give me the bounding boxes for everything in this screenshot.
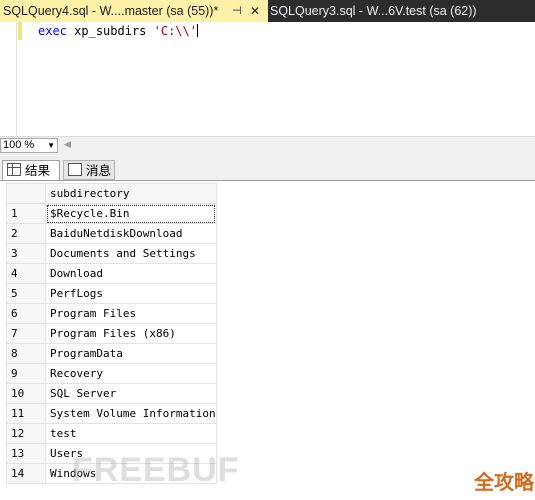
messages-icon: [68, 163, 82, 176]
row-number[interactable]: 12: [6, 423, 46, 444]
row-number[interactable]: 4: [6, 263, 46, 284]
tab-sqlquery4[interactable]: SQLQuery4.sql - W....master (sa (55))* ⊣…: [0, 0, 268, 22]
grid-cell[interactable]: BaiduNetdiskDownload: [45, 223, 217, 244]
changed-line-marker: [18, 22, 22, 40]
freebuf-watermark: FREEBUF: [72, 451, 240, 489]
table-row[interactable]: 8 ProgramData: [6, 343, 217, 364]
document-tab-strip: SQLQuery4.sql - W....master (sa (55))* ⊣…: [0, 0, 535, 22]
table-row[interactable]: 4 Download: [6, 263, 217, 284]
grid-cell[interactable]: System Volume Information: [45, 403, 217, 424]
table-row[interactable]: 2 BaiduNetdiskDownload: [6, 223, 217, 244]
row-number[interactable]: 14: [6, 463, 46, 484]
row-number[interactable]: 1: [6, 203, 46, 224]
string-literal: 'C:\\': [153, 24, 197, 38]
grid-cell[interactable]: Program Files: [45, 303, 217, 324]
tab-results-label: 结果: [25, 164, 51, 178]
grid-cell[interactable]: PerfLogs: [45, 283, 217, 304]
grid-icon: [7, 163, 21, 176]
table-row[interactable]: 9 Recovery: [6, 363, 217, 384]
table-row[interactable]: 11 System Volume Information: [6, 403, 217, 424]
results-grid: subdirectory 1 $Recycle.Bin 2 BaiduNetdisk…: [6, 183, 217, 484]
grid-cell[interactable]: Download: [45, 263, 217, 284]
grid-cell[interactable]: $Recycle.Bin: [45, 203, 217, 224]
chevron-down-icon: ▼: [47, 141, 55, 150]
row-number[interactable]: 2: [6, 223, 46, 244]
site-watermark: 全攻略: [474, 472, 534, 494]
grid-cell[interactable]: Documents and Settings: [45, 243, 217, 264]
table-row[interactable]: 12 test: [6, 423, 217, 444]
tab-sqlquery3[interactable]: SQLQuery3.sql - W...6V.test (sa (62)): [270, 0, 477, 22]
tab-results[interactable]: 结果: [2, 160, 60, 180]
zoom-level: 100 %: [3, 139, 35, 151]
results-tab-strip: 结果 消息: [0, 158, 535, 180]
close-icon[interactable]: ✕: [250, 0, 260, 22]
table-row[interactable]: 6 Program Files: [6, 303, 217, 324]
results-grid-area: subdirectory 1 $Recycle.Bin 2 BaiduNetdisk…: [0, 180, 535, 500]
table-row[interactable]: 10 SQL Server: [6, 383, 217, 404]
tab-sqlquery3-title: SQLQuery3.sql - W...6V.test (sa (62)): [270, 4, 477, 18]
grid-cell[interactable]: test: [45, 423, 217, 444]
scroll-left-icon[interactable]: ◀: [64, 139, 71, 150]
row-number[interactable]: 6: [6, 303, 46, 324]
table-row[interactable]: 7 Program Files (x86): [6, 323, 217, 344]
table-row[interactable]: 3 Documents and Settings: [6, 243, 217, 264]
row-number[interactable]: 11: [6, 403, 46, 424]
tab-messages[interactable]: 消息: [63, 160, 115, 180]
zoom-dropdown[interactable]: 100 % ▼: [0, 138, 58, 153]
editor-status-bar: 100 % ▼ ◀: [0, 136, 535, 155]
tab-sqlquery4-title: SQLQuery4.sql - W....master (sa (55))*: [3, 4, 219, 18]
grid-cell[interactable]: Recovery: [45, 363, 217, 384]
keyword-exec: exec: [38, 24, 67, 38]
pin-icon[interactable]: ⊣: [232, 0, 242, 22]
tab-messages-label: 消息: [86, 164, 112, 178]
grid-cell[interactable]: ProgramData: [45, 343, 217, 364]
proc-name: xp_subdirs: [74, 24, 147, 38]
row-number[interactable]: 7: [6, 323, 46, 344]
text-caret: [196, 24, 198, 37]
row-number[interactable]: 10: [6, 383, 46, 404]
column-header-subdirectory[interactable]: subdirectory: [45, 183, 217, 204]
row-number[interactable]: 3: [6, 243, 46, 264]
code-line-1[interactable]: exec xp_subdirs 'C:\\': [38, 24, 198, 38]
table-row[interactable]: 5 PerfLogs: [6, 283, 217, 304]
grid-cell[interactable]: Program Files (x86): [45, 323, 217, 344]
row-number[interactable]: 13: [6, 443, 46, 464]
grid-corner[interactable]: [6, 183, 46, 204]
grid-cell[interactable]: SQL Server: [45, 383, 217, 404]
table-row[interactable]: 1 $Recycle.Bin: [6, 203, 217, 224]
row-number[interactable]: 9: [6, 363, 46, 384]
query-editor[interactable]: exec xp_subdirs 'C:\\': [0, 22, 535, 136]
row-number[interactable]: 5: [6, 283, 46, 304]
editor-margin: [16, 22, 17, 136]
row-number[interactable]: 8: [6, 343, 46, 364]
